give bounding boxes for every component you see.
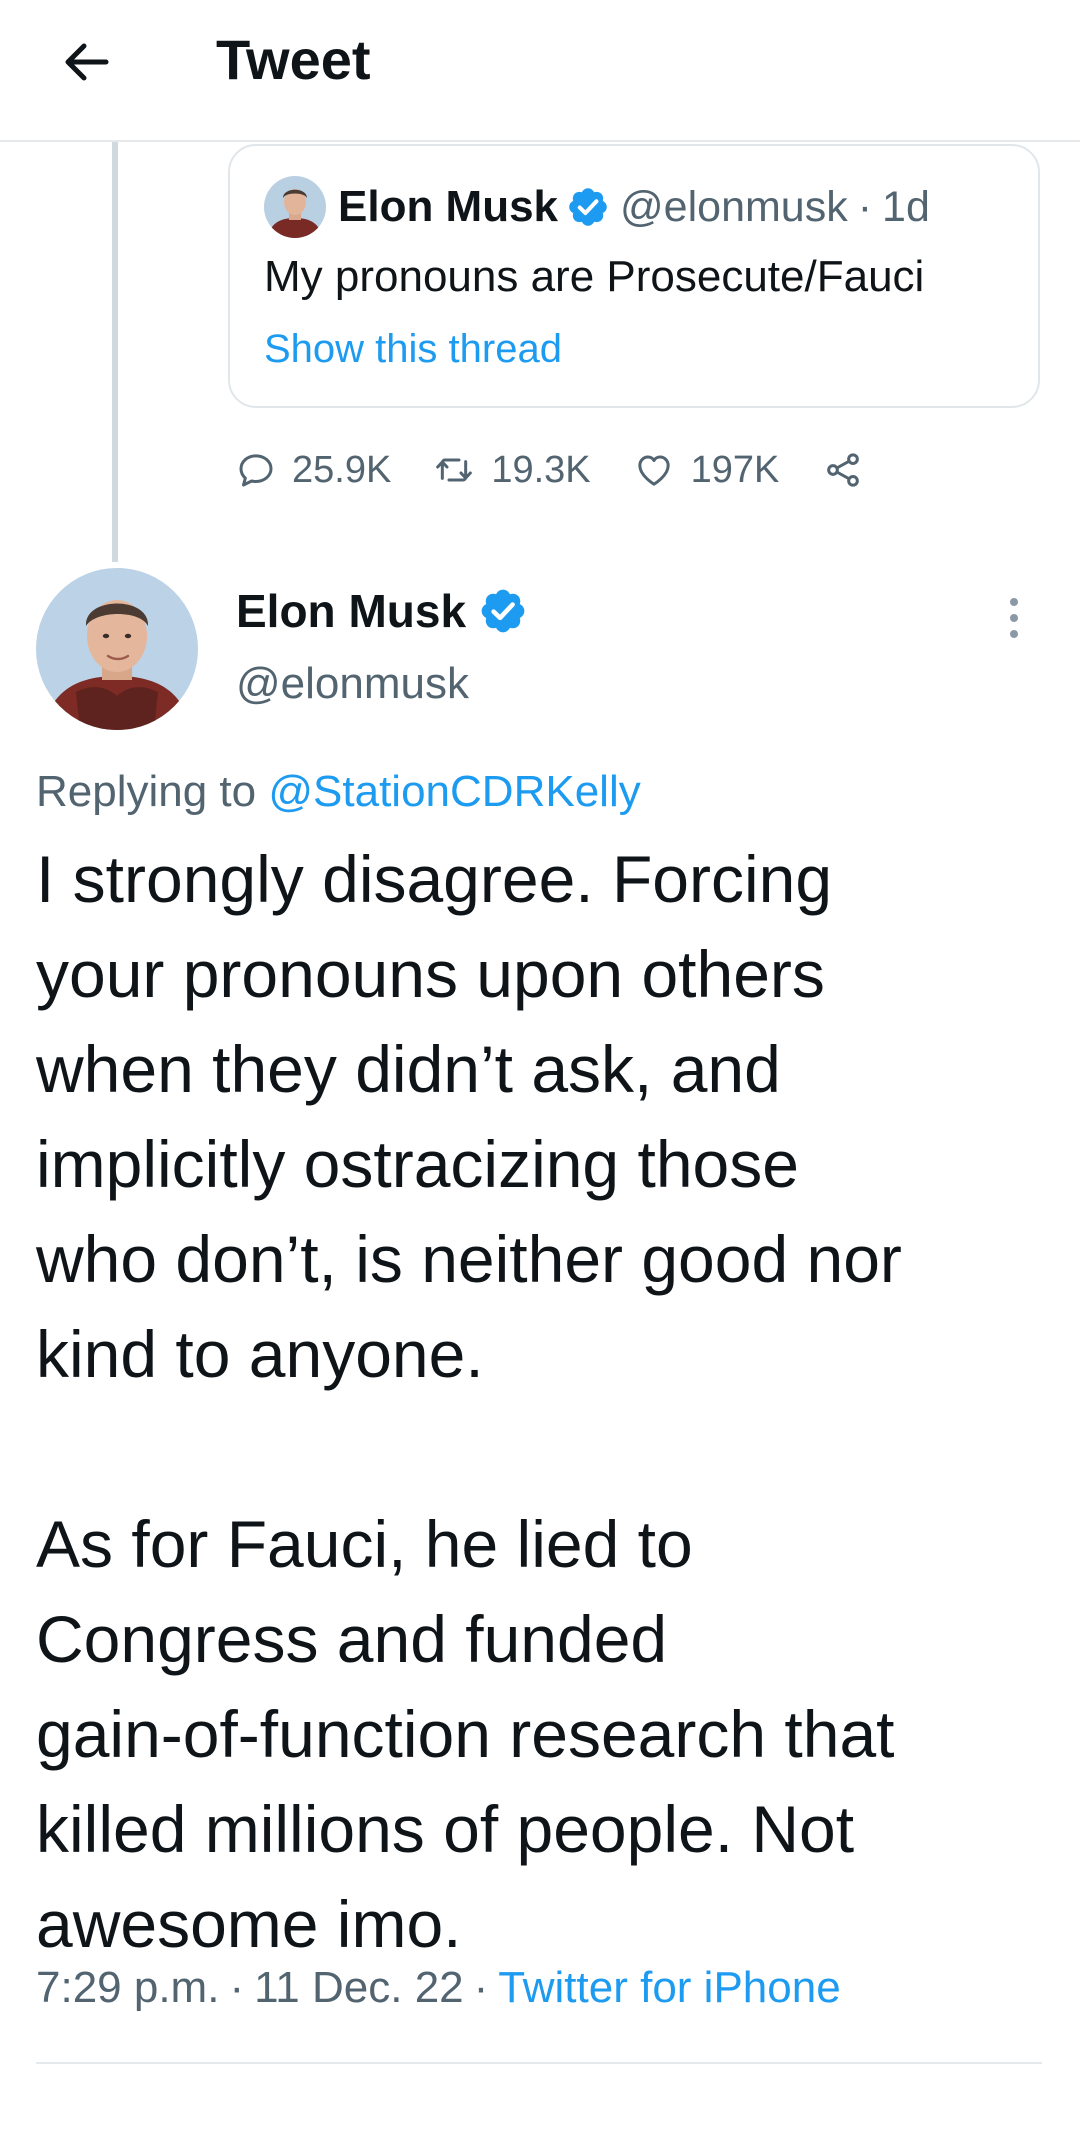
top-bar: Tweet <box>0 0 1080 142</box>
separator-dot: · <box>857 183 873 231</box>
tweet-date[interactable]: 11 Dec. 22 <box>254 1963 464 2012</box>
show-thread-link[interactable]: Show this thread <box>264 324 562 374</box>
replying-to-mention-link[interactable]: @StationCDRKelly <box>268 767 640 816</box>
parent-tweet-header: Elon Musk @elonmusk · 1d <box>264 176 930 238</box>
back-button[interactable] <box>46 22 126 102</box>
separator-dot: · <box>473 1963 489 2012</box>
more-options-button[interactable] <box>990 588 1038 648</box>
reply-button[interactable]: 25.9K <box>236 449 391 492</box>
parent-tweet-actions: 25.9K 19.3K 197K <box>236 440 923 500</box>
tweet-source-link[interactable]: Twitter for iPhone <box>498 1963 840 2012</box>
verified-badge-icon <box>481 589 525 633</box>
heart-icon <box>637 455 670 486</box>
replying-to: Replying to @StationCDRKelly <box>36 764 641 820</box>
parent-tweet-handle[interactable]: @elonmusk <box>620 181 848 233</box>
parent-tweet-avatar[interactable] <box>264 176 326 238</box>
avatar-image <box>36 568 198 730</box>
replying-to-label: Replying to <box>36 767 257 816</box>
thread-connector-line <box>112 142 118 562</box>
reply-icon <box>239 454 273 487</box>
like-button[interactable]: 197K <box>633 448 780 492</box>
parent-tweet-card[interactable]: Elon Musk @elonmusk · 1d My pronouns are… <box>228 144 1040 408</box>
avatar-image <box>264 176 326 238</box>
parent-tweet-time[interactable]: 1d <box>882 181 930 233</box>
author-avatar[interactable] <box>36 568 198 730</box>
separator-dot: · <box>229 1963 245 2012</box>
more-vertical-icon <box>1010 598 1018 638</box>
divider <box>36 2062 1042 2064</box>
page-title: Tweet <box>216 28 371 91</box>
share-icon <box>827 453 860 487</box>
arrow-left-icon <box>65 43 109 81</box>
author-name-row: Elon Musk <box>236 582 528 640</box>
reply-count: 25.9K <box>292 448 392 491</box>
tweet-paragraph-1: I strongly disagree. Forcing your pronou… <box>36 842 902 1391</box>
retweet-count: 19.3K <box>491 448 591 491</box>
retweet-button[interactable]: 19.3K <box>433 448 591 492</box>
tweet-time[interactable]: 7:29 p.m. <box>36 1963 219 2012</box>
author-name[interactable]: Elon Musk <box>236 582 466 640</box>
tweet-meta: 7:29 p.m. · 11 Dec. 22 · Twitter for iPhone <box>36 1960 841 2016</box>
share-button[interactable] <box>821 450 881 490</box>
tweet-paragraph-2: As for Fauci, he lied to Congress and fu… <box>36 1507 895 1961</box>
parent-tweet-author-name[interactable]: Elon Musk <box>338 181 558 233</box>
tweet-text: I strongly disagree. Forcing your pronou… <box>36 832 1046 1972</box>
retweet-icon <box>436 458 473 482</box>
parent-tweet-text: My pronouns are Prosecute/Fauci <box>264 252 925 301</box>
author-handle[interactable]: @elonmusk <box>236 656 469 712</box>
like-count: 197K <box>690 448 780 491</box>
verified-badge-icon <box>569 188 607 226</box>
